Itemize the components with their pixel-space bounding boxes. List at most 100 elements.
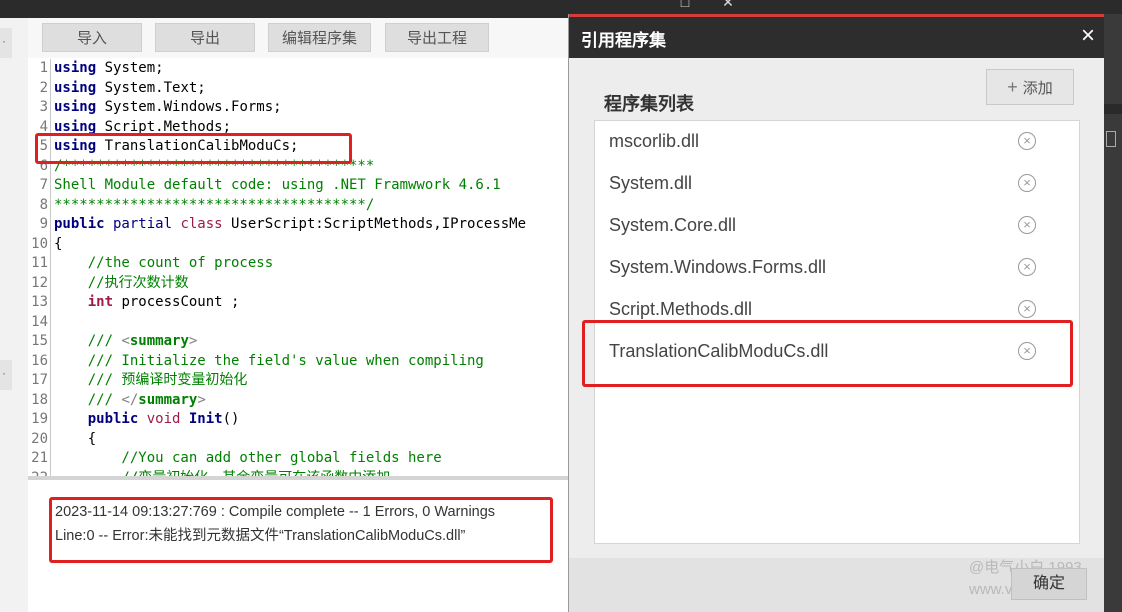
code-token: > — [197, 391, 206, 408]
code-token: () — [222, 411, 240, 427]
code-line[interactable]: 7 Shell Module default code: using .NET F… — [28, 176, 501, 196]
code-line[interactable]: 13 int processCount ; — [28, 293, 239, 313]
assembly-name: Script.Methods.dll — [609, 299, 753, 319]
code-token: using — [54, 60, 97, 76]
assembly-item[interactable]: System.Core.dll × — [595, 205, 1081, 247]
code-token: { — [54, 430, 97, 447]
code-token: processCount ; — [113, 294, 240, 310]
code-line[interactable]: 8 *************************************/ — [28, 195, 375, 215]
code-line[interactable]: 17 /// 预编译时变量初始化 — [28, 371, 247, 391]
gutter-divider — [50, 468, 51, 476]
code-token: System; — [96, 60, 164, 76]
remove-assembly-icon[interactable]: × — [1018, 258, 1036, 276]
code-token: { — [54, 235, 63, 252]
line-number: 18 — [31, 391, 48, 408]
side-tab-marker[interactable]: · — [0, 360, 12, 390]
reference-assemblies-dialog: 引用程序集 × 程序集列表 + 添加 mscorlib.dll × System.dl… — [568, 14, 1105, 612]
code-token: using — [54, 79, 97, 96]
side-tab-marker[interactable]: · — [0, 28, 12, 58]
code-token: //执行次数计数 — [54, 274, 189, 291]
code-token: summary — [138, 391, 198, 408]
code-token: /// — [54, 391, 122, 408]
ok-button[interactable]: 确定 — [1011, 568, 1087, 600]
code-line[interactable]: 10 { — [28, 234, 63, 254]
line-number: 15 — [31, 333, 48, 349]
dialog-title: 引用程序集 — [581, 31, 666, 50]
export-project-button[interactable]: 导出工程 — [385, 23, 489, 52]
close-icon[interactable]: × — [1081, 23, 1095, 49]
remove-assembly-icon[interactable]: × — [1018, 300, 1036, 318]
code-line[interactable]: 22 //变量初始化，其余变量可在该函数中添加 — [28, 468, 390, 476]
gutter-divider — [50, 234, 51, 254]
code-line[interactable]: 16 /// Initialize the field's value when… — [28, 351, 484, 371]
code-token: </ — [121, 391, 139, 408]
add-label: 添加 — [1022, 80, 1053, 97]
assembly-item[interactable]: System.dll × — [595, 163, 1081, 205]
assembly-item[interactable]: System.Windows.Forms.dll × — [595, 247, 1081, 289]
panel-pin-icon[interactable] — [1106, 131, 1116, 147]
line-number: 7 — [39, 177, 48, 193]
gutter-divider — [50, 98, 51, 118]
assembly-name: mscorlib.dll — [609, 131, 700, 151]
maximize-icon[interactable]: □ — [677, 0, 693, 10]
code-token: Shell Module default code: using .NET Fr… — [54, 177, 501, 193]
line-number: 17 — [31, 372, 48, 388]
code-token: /// — [54, 333, 122, 349]
assembly-item[interactable]: mscorlib.dll × — [595, 121, 1081, 163]
code-token: *************************************/ — [54, 196, 375, 213]
code-token: int — [87, 294, 114, 310]
gutter-divider — [50, 410, 51, 430]
code-line[interactable]: 18 /// </summary> — [28, 390, 206, 410]
code-line[interactable]: 15 /// <summary> — [28, 332, 197, 352]
editor-toolbar: 导入 导出 编辑程序集 导出工程 — [28, 18, 572, 59]
left-side-strip: · · — [0, 18, 29, 612]
gutter-divider — [50, 273, 51, 293]
line-number: 19 — [31, 411, 48, 427]
gutter-divider — [50, 429, 51, 449]
code-line[interactable]: 9 public partial class UserScript:ScriptM… — [28, 215, 526, 235]
gutter-divider — [50, 293, 51, 313]
close-window-icon[interactable]: ✕ — [720, 0, 736, 10]
line-number: 8 — [39, 196, 48, 213]
line-number: 3 — [39, 99, 48, 115]
code-editor[interactable]: 1 using System; 2 using System.Text; 3 using … — [28, 58, 572, 476]
code-line[interactable]: 21 //You can add other global fields her… — [28, 449, 442, 469]
code-line[interactable]: 14 — [28, 312, 54, 332]
line-number: 12 — [31, 274, 48, 291]
code-line[interactable]: 20 { — [28, 429, 97, 449]
gutter-divider — [50, 176, 51, 196]
highlight-using-line — [35, 133, 352, 164]
dialog-header: 引用程序集 × — [569, 14, 1105, 58]
remove-assembly-icon[interactable]: × — [1018, 216, 1036, 234]
export-button[interactable]: 导出 — [155, 23, 255, 52]
remove-assembly-icon[interactable]: × — [1018, 174, 1036, 192]
code-token: class — [180, 216, 223, 232]
code-line[interactable]: 2 using System.Text; — [28, 78, 206, 98]
edit-assemblies-button[interactable]: 编辑程序集 — [268, 23, 371, 52]
line-number: 13 — [31, 294, 48, 310]
code-line[interactable]: 19 public void Init() — [28, 410, 239, 430]
code-line[interactable]: 3 using System.Windows.Forms; — [28, 98, 282, 118]
gutter-divider — [50, 390, 51, 410]
import-button[interactable]: 导入 — [42, 23, 142, 52]
code-token: /// Initialize the field's value when co… — [54, 352, 484, 369]
gutter-divider — [50, 449, 51, 469]
add-assembly-button[interactable]: + 添加 — [986, 69, 1074, 105]
code-token: System.Windows.Forms; — [96, 99, 282, 115]
code-token: partial — [104, 216, 181, 232]
code-token: UserScript:ScriptMethods,IProcessMe — [222, 216, 527, 232]
code-line[interactable]: 1 using System; — [28, 59, 164, 79]
code-line[interactable]: 11 //the count of process — [28, 254, 273, 274]
code-token: //You can add other global fields here — [54, 450, 442, 466]
assembly-name: System.Windows.Forms.dll — [609, 257, 827, 277]
assembly-name: System.Core.dll — [609, 215, 737, 235]
line-number: 1 — [39, 60, 48, 76]
code-token: > — [188, 333, 198, 349]
plus-icon: + — [1007, 77, 1018, 97]
assembly-list-label: 程序集列表 — [604, 94, 694, 114]
line-number: 14 — [31, 313, 48, 330]
remove-assembly-icon[interactable]: × — [1018, 132, 1036, 150]
code-line[interactable]: 12 //执行次数计数 — [28, 273, 189, 293]
